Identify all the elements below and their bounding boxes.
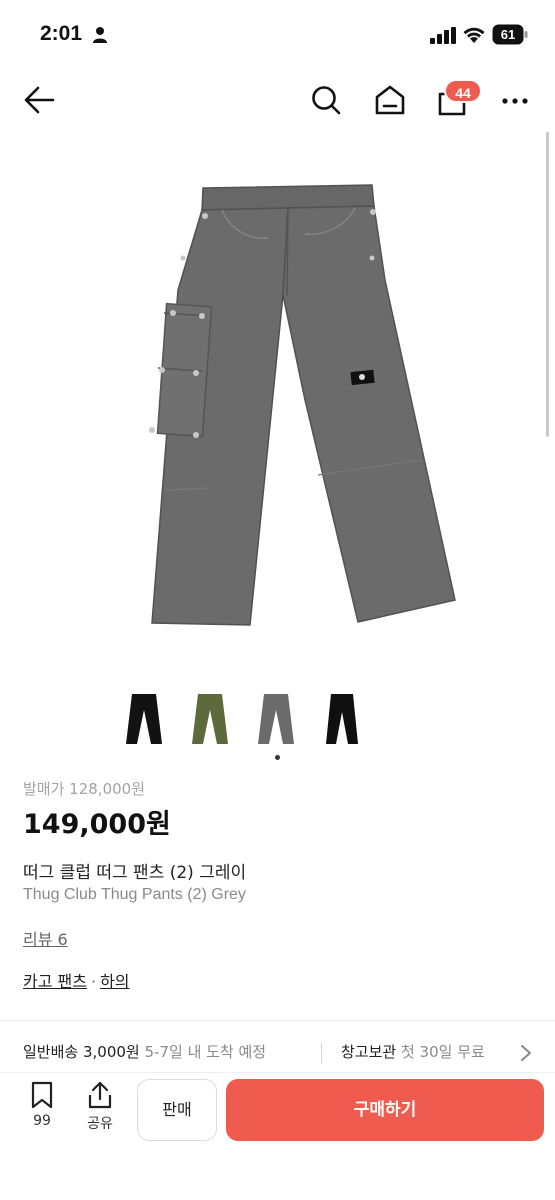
home-icon[interactable] (372, 82, 408, 118)
image-scrollbar (546, 132, 549, 437)
chevron-right-icon[interactable] (519, 1043, 533, 1063)
more-icon[interactable] (497, 82, 533, 118)
storage-label: 창고보관 (341, 1043, 397, 1061)
black-pants-thumbnail[interactable] (122, 690, 168, 748)
top-nav: 44 (0, 70, 555, 130)
shipping-info: 일반배송 3,000원 5-7일 내 도착 예정 (23, 1041, 266, 1062)
person-icon (93, 27, 107, 43)
storage-info: 창고보관 첫 30일 무료 (341, 1041, 485, 1062)
status-bar: 2:01 61 (0, 0, 555, 70)
buy-button[interactable]: 구매하기 (226, 1079, 544, 1141)
olive-pants-thumbnail[interactable] (188, 690, 234, 748)
search-icon[interactable] (308, 82, 344, 118)
carousel-indicator-dot (275, 755, 280, 760)
grey-pants-thumbnail[interactable] (254, 690, 300, 748)
product-title-ko: 떠그 클럽 떠그 팬츠 (2) 그레이 (23, 863, 247, 883)
thumbnail-strip (0, 690, 555, 750)
share-icon (88, 1081, 112, 1109)
grey-cargo-pants-image[interactable] (0, 130, 555, 680)
bookmark-button[interactable]: 99 (17, 1081, 67, 1129)
shipping-separator (321, 1043, 322, 1063)
section-divider (0, 1020, 555, 1021)
category-link-bottoms[interactable]: 하의 (100, 972, 129, 991)
share-label: 공유 (87, 1116, 113, 1132)
original-price: 발매가 128,000원 (23, 780, 145, 798)
cellular-signal-icon (430, 27, 456, 44)
cart-count-badge: 44 (444, 79, 482, 103)
storage-sub: 첫 30일 무료 (400, 1043, 485, 1061)
status-time: 2:01 (40, 22, 83, 45)
category-link-cargo-pants[interactable]: 카고 팬츠 (23, 972, 87, 991)
price: 149,000원 (23, 809, 171, 840)
share-button[interactable]: 공유 (75, 1081, 125, 1133)
battery-level: 61 (501, 27, 515, 42)
review-link[interactable]: 리뷰 6 (23, 926, 68, 950)
product-title-en: Thug Club Thug Pants (2) Grey (23, 886, 246, 903)
shipping-row[interactable]: 일반배송 3,000원 5-7일 내 도착 예정 창고보관 첫 30일 무료 (23, 1041, 538, 1065)
bookmark-icon (31, 1081, 53, 1109)
category-separator: · (90, 972, 97, 991)
wifi-icon (463, 27, 485, 43)
black-pants-thumbnail-2[interactable] (320, 690, 366, 748)
battery-icon: 61 (492, 24, 528, 45)
shipping-eta: 5-7일 내 도착 예정 (144, 1043, 267, 1061)
bookmark-count: 99 (33, 1113, 51, 1129)
shipping-label: 일반배송 3,000원 (23, 1043, 140, 1061)
bottom-action-bar: 99 공유 판매 구매하기 (0, 1072, 555, 1200)
back-arrow-icon[interactable] (22, 82, 58, 118)
category-breadcrumb: 카고 팬츠 · 하의 (23, 968, 130, 992)
sell-button[interactable]: 판매 (137, 1079, 217, 1141)
